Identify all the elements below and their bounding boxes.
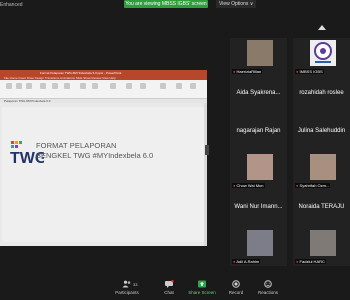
view-options-button[interactable]: View Options ∨ (216, 0, 257, 8)
collapse-handle[interactable] (205, 145, 209, 155)
top-left-label[interactable]: Enhanced (0, 2, 23, 8)
participant-tile[interactable]: ● Chow Wai Mun (230, 152, 287, 190)
mic-muted-icon: ● (233, 183, 236, 188)
participant-name: ● Chow Wai Mun (232, 183, 265, 188)
reactions-button[interactable]: Reactions (255, 280, 281, 295)
participant-name: ● Syahrifah Ozm... (295, 183, 331, 188)
record-label: Record (228, 290, 244, 295)
participant-tile[interactable]: Julina Salehuddin (293, 114, 350, 152)
viewing-banner: You are viewing MBSS IGBS' screen (124, 0, 208, 8)
participant-photo (247, 154, 273, 180)
participants-count: 33 (133, 282, 138, 287)
participant-photo (310, 230, 336, 256)
participant-name: ● Fadzlul HARC (295, 259, 326, 264)
participants-label: Participants (115, 290, 139, 295)
participant-tile[interactable]: nagarajan Rajan (230, 114, 287, 152)
participant-name: ● IMBSS IGBS (295, 69, 324, 74)
participant-name: Aida Syakrena... (236, 90, 281, 96)
participant-photo (247, 40, 273, 66)
slide: TWG FORMAT PELAPORAN BENGKEL TWG #MYInde… (2, 107, 207, 242)
participant-tile[interactable]: ● Adli A.Rahim (230, 228, 287, 266)
mic-muted-icon: ● (296, 69, 299, 74)
participant-tile[interactable]: ● IMBSS IGBS (293, 38, 350, 76)
participant-tile[interactable]: Wani Nur Imann... (230, 190, 287, 228)
reactions-label: Reactions (257, 290, 278, 295)
reactions-icon (264, 280, 272, 288)
slide-scrollbar[interactable] (204, 103, 207, 246)
participant-name: ● HaeriziaRillan (232, 69, 263, 74)
slide-title-line2: BENGKEL TWG #MYIndexbela 6.0 (36, 151, 154, 160)
participant-name: Noraida TERAJU (298, 204, 345, 210)
share-screen-button[interactable]: Share Screen (187, 280, 217, 295)
chat-button[interactable]: Chat (159, 280, 179, 295)
top-bar: Enhanced You are viewing MBSS IGBS' scre… (0, 0, 350, 12)
participant-tile[interactable]: Aida Syakrena... (230, 76, 287, 114)
powerpoint-ribbon (0, 80, 207, 99)
chat-label: Chat (164, 290, 174, 295)
exit-fullscreen-icon[interactable] (316, 24, 328, 31)
slide-area: TWG FORMAT PELAPORAN BENGKEL TWG #MYInde… (0, 103, 207, 246)
participant-photo (247, 230, 273, 256)
participant-name: rozahidah roslee (299, 90, 344, 96)
participant-tile[interactable]: ● Syahrifah Ozm... (293, 152, 350, 190)
participant-tile[interactable]: rozahidah roslee (293, 76, 350, 114)
chat-icon (165, 280, 174, 288)
record-button[interactable]: Record (226, 280, 246, 295)
shared-screen: Format Pelaporan TWG #MYIndexbela 6.0.pp… (0, 70, 207, 246)
org-logo-icon (314, 42, 332, 63)
slide-title-line1: FORMAT PELAPORAN (36, 141, 117, 150)
mic-muted-icon: ● (296, 259, 299, 264)
participant-tile[interactable]: Noraida TERAJU (293, 190, 350, 228)
participants-icon (122, 280, 131, 288)
share-screen-icon (198, 280, 206, 288)
participant-photo (310, 154, 336, 180)
participant-name: Wani Nur Imann... (234, 204, 283, 210)
participants-button[interactable]: Participants (112, 280, 142, 295)
record-icon (232, 280, 240, 288)
participant-tile[interactable]: ● HaeriziaRillan (230, 38, 287, 76)
participant-name: nagarajan Rajan (236, 128, 281, 134)
participant-name: ● Adli A.Rahim (232, 259, 261, 264)
mic-muted-icon: ● (233, 69, 236, 74)
participant-photo (310, 40, 336, 66)
mic-muted-icon: ● (296, 183, 299, 188)
participant-tile[interactable]: ● Fadzlul HARC (293, 228, 350, 266)
participant-name: Julina Salehuddin (297, 128, 346, 134)
share-screen-label: Share Screen (188, 290, 216, 295)
